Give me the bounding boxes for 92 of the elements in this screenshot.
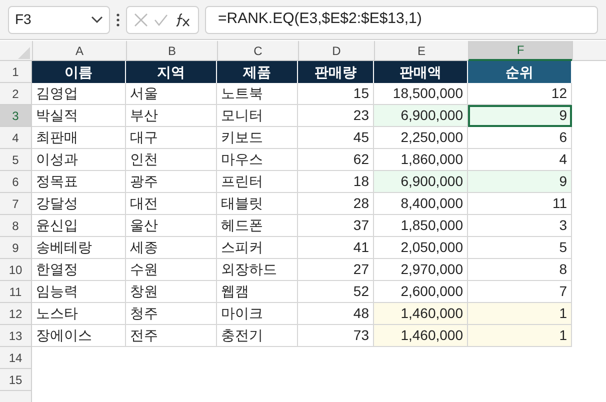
table-cell[interactable]: 1 bbox=[468, 325, 572, 347]
table-cell[interactable]: 62 bbox=[298, 149, 374, 171]
table-cell[interactable]: 9 bbox=[468, 171, 572, 193]
table-cell[interactable]: 대구 bbox=[126, 127, 217, 149]
header-cell: 지역 bbox=[126, 61, 217, 83]
table-cell[interactable]: 키보드 bbox=[217, 127, 298, 149]
table-cell[interactable]: 마이크 bbox=[217, 303, 298, 325]
row-header[interactable]: 2 bbox=[0, 83, 32, 105]
table-cell[interactable]: 창원 bbox=[126, 281, 217, 303]
table-cell[interactable]: 노스타 bbox=[32, 303, 126, 325]
table-cell[interactable]: 1 bbox=[468, 303, 572, 325]
table-cell[interactable]: 웹캠 bbox=[217, 281, 298, 303]
row-header[interactable]: 11 bbox=[0, 281, 32, 303]
function-icon[interactable] bbox=[174, 12, 191, 26]
table-cell[interactable]: 청주 bbox=[126, 303, 217, 325]
select-all-icon[interactable] bbox=[18, 47, 30, 59]
table-cell[interactable]: 전주 bbox=[126, 325, 217, 347]
table-cell[interactable]: 장에이스 bbox=[32, 325, 126, 347]
table-cell[interactable]: 노트북 bbox=[217, 83, 298, 105]
table-cell[interactable]: 1,850,000 bbox=[374, 215, 468, 237]
row-header[interactable]: 13 bbox=[0, 325, 32, 347]
chevron-down-icon bbox=[91, 16, 103, 24]
table-cell[interactable]: 1,460,000 bbox=[374, 303, 468, 325]
table-cell[interactable]: 52 bbox=[298, 281, 374, 303]
table-cell[interactable]: 6,900,000 bbox=[374, 171, 468, 193]
table-cell[interactable]: 임능력 bbox=[32, 281, 126, 303]
table-cell[interactable]: 강달성 bbox=[32, 193, 126, 215]
row-header[interactable]: 1 bbox=[0, 61, 32, 83]
header-cell: 제품 bbox=[217, 61, 298, 83]
row-header[interactable]: 3 bbox=[0, 105, 32, 127]
table-cell[interactable]: 광주 bbox=[126, 171, 217, 193]
table-cell[interactable]: 5 bbox=[468, 237, 572, 259]
table-cell[interactable]: 윤신입 bbox=[32, 215, 126, 237]
table-cell[interactable]: 대전 bbox=[126, 193, 217, 215]
table-cell[interactable]: 2,970,000 bbox=[374, 259, 468, 281]
header-cell: 판매액 bbox=[374, 61, 468, 83]
table-cell[interactable]: 6,900,000 bbox=[374, 105, 468, 127]
table-cell[interactable]: 6 bbox=[468, 127, 572, 149]
table-cell[interactable]: 정목표 bbox=[32, 171, 126, 193]
table-cell[interactable]: 인천 bbox=[126, 149, 217, 171]
table-cell[interactable]: 외장하드 bbox=[217, 259, 298, 281]
table-cell[interactable]: 15 bbox=[298, 83, 374, 105]
row-header[interactable]: 5 bbox=[0, 149, 32, 171]
table-cell[interactable]: 45 bbox=[298, 127, 374, 149]
table-cell[interactable]: 11 bbox=[468, 193, 572, 215]
table-cell[interactable]: 2,250,000 bbox=[374, 127, 468, 149]
row-header[interactable]: 9 bbox=[0, 237, 32, 259]
table-cell[interactable]: 충전기 bbox=[217, 325, 298, 347]
table-cell[interactable]: 8 bbox=[468, 259, 572, 281]
table-cell[interactable]: 3 bbox=[468, 215, 572, 237]
table-cell[interactable]: 마우스 bbox=[217, 149, 298, 171]
table-cell[interactable]: 37 bbox=[298, 215, 374, 237]
table-cell[interactable]: 27 bbox=[298, 259, 374, 281]
header-cell: 순위 bbox=[468, 61, 572, 83]
table-cell[interactable]: 8,400,000 bbox=[374, 193, 468, 215]
row-header[interactable]: 14 bbox=[0, 347, 32, 369]
table-cell[interactable]: 9 bbox=[468, 105, 572, 127]
table-cell[interactable]: 울산 bbox=[126, 215, 217, 237]
table-cell[interactable]: 1,460,000 bbox=[374, 325, 468, 347]
table-cell[interactable]: 부산 bbox=[126, 105, 217, 127]
row-header[interactable]: 8 bbox=[0, 215, 32, 237]
row-header[interactable]: 10 bbox=[0, 259, 32, 281]
table-cell[interactable]: 수원 bbox=[126, 259, 217, 281]
table-cell[interactable]: 김영업 bbox=[32, 83, 126, 105]
cancel-icon[interactable] bbox=[134, 12, 148, 26]
formula-field[interactable]: =RANK.EQ(E3,$E$2:$E$13,1) bbox=[205, 6, 598, 34]
header-cell: 이름 bbox=[32, 61, 126, 83]
row-header[interactable]: 7 bbox=[0, 193, 32, 215]
table-cell[interactable]: 28 bbox=[298, 193, 374, 215]
table-cell[interactable]: 헤드폰 bbox=[217, 215, 298, 237]
table-cell[interactable]: 박실적 bbox=[32, 105, 126, 127]
table-cell[interactable]: 최판매 bbox=[32, 127, 126, 149]
name-box[interactable]: F3 bbox=[8, 6, 110, 34]
table-cell[interactable]: 서울 bbox=[126, 83, 217, 105]
row-header[interactable]: 4 bbox=[0, 127, 32, 149]
more-options-icon[interactable] bbox=[116, 12, 120, 26]
row-header[interactable]: 6 bbox=[0, 171, 32, 193]
table-cell[interactable]: 41 bbox=[298, 237, 374, 259]
header-cell: 판매량 bbox=[298, 61, 374, 83]
row-header[interactable]: 12 bbox=[0, 303, 32, 325]
check-icon[interactable] bbox=[154, 14, 168, 26]
table-cell[interactable]: 2,050,000 bbox=[374, 237, 468, 259]
table-cell[interactable]: 태블릿 bbox=[217, 193, 298, 215]
table-cell[interactable]: 프린터 bbox=[217, 171, 298, 193]
column-header[interactable]: F bbox=[468, 41, 572, 61]
table-cell[interactable]: 송베테랑 bbox=[32, 237, 126, 259]
table-cell[interactable]: 모니터 bbox=[217, 105, 298, 127]
table-cell[interactable]: 스피커 bbox=[217, 237, 298, 259]
table-cell[interactable]: 이성과 bbox=[32, 149, 126, 171]
table-cell[interactable]: 세종 bbox=[126, 237, 217, 259]
row-header[interactable]: 15 bbox=[0, 369, 32, 391]
table-cell[interactable]: 한열정 bbox=[32, 259, 126, 281]
